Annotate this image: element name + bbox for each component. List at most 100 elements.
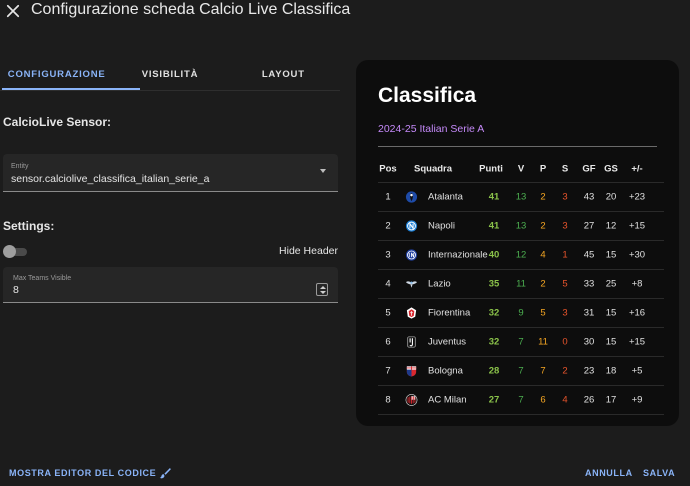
team-goals-against: 12 [605, 220, 617, 232]
team-position: 6 [385, 336, 391, 348]
col-header-goal-diff: +/- [631, 163, 643, 174]
team-draws: 2 [540, 220, 546, 232]
team-points: 41 [488, 220, 500, 232]
entity-field-value: sensor.calciolive_classifica_italian_ser… [11, 173, 210, 185]
tab-visibilita[interactable]: VISIBILITÀ [113, 60, 226, 90]
hide-header-toggle[interactable] [3, 245, 27, 258]
team-goals-against: 15 [605, 249, 617, 261]
team-position: 8 [385, 394, 391, 406]
team-goal-difference: +8 [631, 278, 643, 290]
table-row: 5 Fiorentina 32 9 5 3 31 15 +16 [378, 299, 664, 328]
team-losses: 3 [562, 307, 568, 319]
team-position: 3 [385, 249, 391, 261]
team-name: Juventus [428, 336, 467, 348]
col-header-draws: P [539, 163, 547, 174]
team-position: 1 [385, 191, 391, 203]
col-header-points: Punti [479, 163, 503, 174]
team-goals-for: 31 [583, 307, 595, 319]
team-points: 32 [488, 336, 500, 348]
card-divider [378, 146, 657, 147]
team-losses: 0 [562, 336, 568, 348]
max-teams-label: Max Teams Visible [13, 275, 72, 282]
col-header-team: Squadra [414, 163, 453, 174]
team-wins: 11 [516, 278, 526, 290]
col-header-goals-for: GF [582, 163, 596, 174]
tab-configurazione[interactable]: CONFIGURAZIONE [0, 60, 113, 90]
team-goals-for: 43 [583, 191, 595, 203]
table-row: 7 Bologna 28 7 7 2 23 18 +5 [378, 357, 664, 386]
team-goals-for: 45 [583, 249, 595, 261]
team-goal-difference: +5 [631, 365, 643, 377]
stepper-up-icon [319, 285, 326, 289]
cancel-button[interactable]: ANNULLA [585, 468, 633, 478]
team-goals-for: 23 [583, 365, 595, 377]
atalanta-logo-icon [405, 191, 418, 204]
juventus-logo-icon [405, 336, 418, 349]
save-button[interactable]: SALVA [643, 468, 675, 478]
table-row: 8 AC Milan 27 7 6 4 26 17 +9 [378, 386, 664, 415]
table-row: 3 Internazionale 40 12 4 1 45 15 +30 [378, 241, 664, 270]
dialog-header: Configurazione scheda Calcio Live Classi… [0, 0, 690, 24]
team-losses: 5 [562, 278, 568, 290]
table-row: 6 Juventus 32 7 11 0 30 15 +15 [378, 328, 664, 357]
close-button[interactable] [4, 2, 22, 20]
team-position: 7 [385, 365, 391, 377]
max-teams-value: 8 [13, 284, 19, 296]
team-goals-for: 33 [583, 278, 595, 290]
team-goal-difference: +23 [628, 191, 646, 203]
team-losses: 2 [562, 365, 568, 377]
team-name: Atalanta [428, 191, 463, 203]
dropdown-arrow-icon [320, 169, 326, 173]
stepper-down-icon [319, 290, 326, 294]
team-losses: 3 [562, 220, 568, 232]
team-position: 2 [385, 220, 391, 232]
number-stepper[interactable] [316, 283, 328, 296]
team-draws: 6 [540, 394, 546, 406]
team-losses: 3 [562, 191, 568, 203]
table-row: 2 Napoli 41 13 2 3 27 12 +15 [378, 212, 664, 241]
bologna-logo-icon [405, 365, 418, 378]
sensor-section-label: CalcioLive Sensor: [3, 115, 112, 129]
team-goals-against: 15 [605, 307, 617, 319]
dialog-title: Configurazione scheda Calcio Live Classi… [31, 1, 351, 18]
team-wins: 7 [518, 336, 524, 348]
entity-select[interactable]: Entity sensor.calciolive_classifica_ital… [3, 154, 338, 192]
team-wins: 7 [518, 394, 524, 406]
team-goals-against: 15 [605, 336, 617, 348]
close-icon [6, 4, 20, 18]
team-wins: 12 [515, 249, 527, 261]
team-name: AC Milan [428, 394, 467, 406]
brush-icon [160, 468, 172, 479]
team-goal-difference: +15 [628, 220, 646, 232]
hide-header-label: Hide Header [279, 245, 338, 257]
team-points: 40 [488, 249, 500, 261]
team-wins: 7 [518, 365, 524, 377]
team-goals-for: 27 [583, 220, 595, 232]
team-draws: 5 [540, 307, 546, 319]
team-wins: 13 [515, 191, 527, 203]
team-name: Bologna [428, 365, 463, 377]
team-name: Fiorentina [428, 307, 471, 319]
team-name: Lazio [428, 278, 451, 290]
col-header-goals-against: GS [604, 163, 618, 174]
team-name: Napoli [428, 220, 455, 232]
team-draws: 7 [540, 365, 546, 377]
milan-logo-icon [405, 394, 418, 407]
team-draws: 11 [538, 336, 548, 348]
toggle-thumb [3, 245, 16, 258]
team-points: 41 [488, 191, 500, 203]
max-teams-field[interactable]: Max Teams Visible 8 [3, 267, 338, 303]
settings-section-label: Settings: [3, 219, 55, 233]
entity-field-label: Entity [11, 163, 29, 170]
tab-layout[interactable]: LAYOUT [227, 60, 340, 90]
team-points: 27 [488, 394, 500, 406]
napoli-logo-icon [405, 220, 418, 233]
table-row: 1 Atalanta 41 13 2 3 43 20 +23 [378, 183, 664, 212]
fiorentina-logo-icon [405, 307, 418, 320]
col-header-wins: V [517, 163, 525, 174]
team-goal-difference: +15 [628, 336, 646, 348]
team-draws: 2 [540, 278, 546, 290]
team-position: 4 [385, 278, 391, 290]
show-code-editor-button[interactable]: MOSTRA EDITOR DEL CODICE [9, 466, 172, 480]
team-goals-against: 20 [605, 191, 617, 203]
